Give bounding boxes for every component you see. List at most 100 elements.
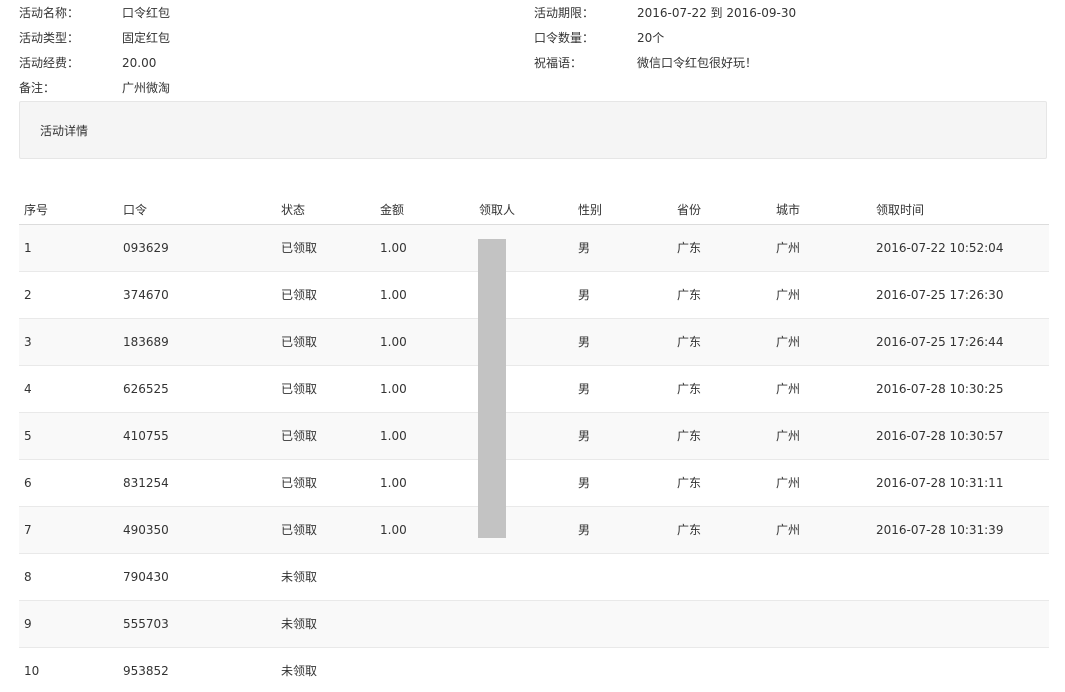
table-row: 8 790430 未领取 [19,554,1049,601]
info-row-greeting: 祝福语： 微信口令红包很好玩！ [534,55,1034,71]
cell-amount: 1.00 [380,288,407,302]
cell-status: 已领取 [281,429,318,443]
cell-index: 2 [24,288,32,302]
cell-amount: 1.00 [380,476,407,490]
cell-city: 广州 [776,523,801,537]
cell-city: 广州 [776,382,801,396]
cell-city: 广州 [776,335,801,349]
cell-code: 093629 [123,241,169,255]
cell-status: 已领取 [281,241,318,255]
cell-gender: 男 [578,523,591,537]
cell-index: 1 [24,241,32,255]
col-header-time: 领取时间 [876,203,925,217]
cell-city: 广州 [776,429,801,443]
activity-name-label: 活动名称： [19,6,80,20]
cell-index: 4 [24,382,32,396]
cell-index: 5 [24,429,32,443]
col-header-amount: 金额 [380,203,405,217]
activity-type-label: 活动类型： [19,31,80,45]
info-row-activity-fee: 活动经费： 20.00 [19,55,499,71]
table-row: 7 490350 已领取 1.00 男 广东 广州 2016-07-28 10:… [19,507,1049,554]
activity-detail-title: 活动详情 [40,124,89,138]
cell-province: 广东 [677,288,702,302]
activity-fee-label: 活动经费： [19,56,80,70]
col-header-code: 口令 [123,203,148,217]
col-header-status: 状态 [281,203,306,217]
cell-amount: 1.00 [380,382,407,396]
cell-time: 2016-07-28 10:31:11 [876,476,1004,490]
cell-index: 9 [24,617,32,631]
cell-status: 已领取 [281,476,318,490]
remark-value: 广州微淘 [122,81,171,95]
cell-time: 2016-07-28 10:31:39 [876,523,1004,537]
info-row-code-count: 口令数量： 20个 [534,30,1034,46]
cell-code: 374670 [123,288,169,302]
table-row: 1 093629 已领取 1.00 男 广东 广州 2016-07-22 10:… [19,225,1049,272]
cell-province: 广东 [677,335,702,349]
cell-code: 831254 [123,476,169,490]
cell-province: 广东 [677,241,702,255]
code-count-value: 20个 [637,31,665,45]
redacted-receiver-block [478,239,506,538]
table-row: 9 555703 未领取 [19,601,1049,648]
code-table: 序号 口令 状态 金额 领取人 性别 省份 城市 领取时间 1 093629 已… [19,195,1049,692]
col-header-province: 省份 [677,203,702,217]
col-header-city: 城市 [776,203,801,217]
col-header-gender: 性别 [578,203,603,217]
col-header-receiver: 领取人 [479,203,516,217]
col-header-index: 序号 [24,203,49,217]
cell-time: 2016-07-28 10:30:57 [876,429,1004,443]
cell-time: 2016-07-22 10:52:04 [876,241,1004,255]
table-row: 3 183689 已领取 1.00 男 广东 广州 2016-07-25 17:… [19,319,1049,366]
greeting-value: 微信口令红包很好玩！ [637,56,758,70]
cell-status: 未领取 [281,664,318,678]
period-label: 活动期限： [534,6,595,20]
info-row-activity-name: 活动名称： 口令红包 [19,5,499,21]
cell-province: 广东 [677,476,702,490]
cell-province: 广东 [677,382,702,396]
cell-code: 183689 [123,335,169,349]
info-row-period: 活动期限： 2016-07-22 到 2016-09-30 [534,5,1034,21]
period-value: 2016-07-22 到 2016-09-30 [637,6,797,20]
greeting-label: 祝福语： [534,56,583,70]
table-header: 序号 口令 状态 金额 领取人 性别 省份 城市 领取时间 [19,195,1049,225]
cell-code: 555703 [123,617,169,631]
cell-index: 6 [24,476,32,490]
cell-code: 626525 [123,382,169,396]
cell-gender: 男 [578,429,591,443]
cell-gender: 男 [578,382,591,396]
cell-province: 广东 [677,429,702,443]
table-row: 5 410755 已领取 1.00 男 广东 广州 2016-07-28 10:… [19,413,1049,460]
cell-status: 未领取 [281,570,318,584]
cell-gender: 男 [578,288,591,302]
code-count-label: 口令数量： [534,31,595,45]
cell-city: 广州 [776,241,801,255]
activity-fee-value: 20.00 [122,56,157,70]
cell-code: 410755 [123,429,169,443]
cell-index: 10 [24,664,40,678]
cell-amount: 1.00 [380,429,407,443]
cell-index: 3 [24,335,32,349]
cell-code: 490350 [123,523,169,537]
cell-code: 790430 [123,570,169,584]
cell-time: 2016-07-25 17:26:44 [876,335,1004,349]
cell-status: 已领取 [281,382,318,396]
cell-gender: 男 [578,335,591,349]
cell-time: 2016-07-25 17:26:30 [876,288,1004,302]
cell-code: 953852 [123,664,169,678]
cell-province: 广东 [677,523,702,537]
cell-status: 已领取 [281,335,318,349]
cell-status: 已领取 [281,523,318,537]
cell-amount: 1.00 [380,335,407,349]
table-row: 2 374670 已领取 1.00 男 广东 广州 2016-07-25 17:… [19,272,1049,319]
cell-time: 2016-07-28 10:30:25 [876,382,1004,396]
activity-detail-page: 活动名称： 口令红包 活动类型： 固定红包 活动经费： 20.00 备注： 广州… [0,0,1065,692]
activity-name-value: 口令红包 [122,6,171,20]
cell-index: 7 [24,523,32,537]
activity-detail-panel: 活动详情 [19,101,1047,159]
cell-gender: 男 [578,241,591,255]
cell-gender: 男 [578,476,591,490]
cell-amount: 1.00 [380,523,407,537]
cell-amount: 1.00 [380,241,407,255]
info-row-remark: 备注： 广州微淘 [19,80,499,96]
